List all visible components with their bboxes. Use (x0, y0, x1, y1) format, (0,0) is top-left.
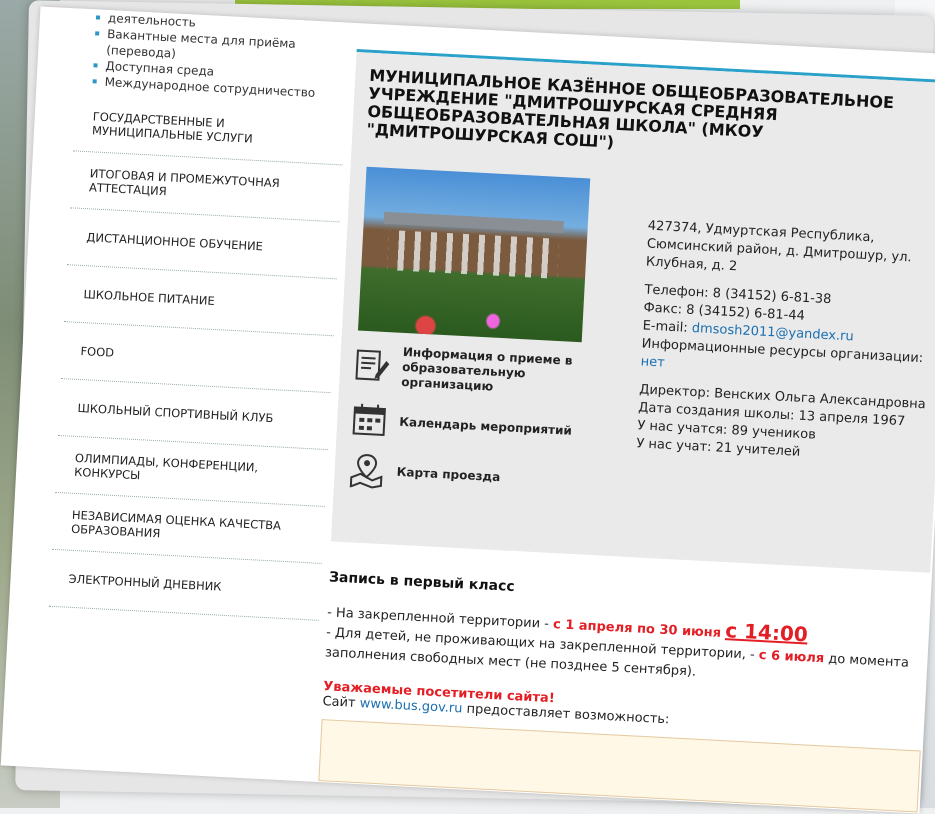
link-label: Календарь мероприятий (399, 414, 572, 438)
photo-roof (384, 212, 564, 233)
school-info-box: МУНИЦИПАЛЬНОЕ КАЗЁННОЕ ОБЩЕОБРАЗОВАТЕЛЬН… (331, 52, 935, 573)
calendar-icon (350, 401, 388, 439)
link-events-calendar[interactable]: Календарь мероприятий (350, 401, 592, 450)
sidebar: деятельность Вакантные места для приёма … (41, 9, 350, 782)
enrollment-section: Запись в первый класс - На закрепленной … (318, 541, 930, 812)
line1-time: с 14:00 (725, 618, 809, 646)
link-admission-info[interactable]: Информация о приеме в образовательную ор… (353, 342, 595, 399)
resources-link[interactable]: нет (640, 354, 665, 370)
sidebar-submenu: деятельность Вакантные места для приёма … (76, 9, 350, 103)
photo-windows (387, 230, 559, 279)
main-content: МУНИЦИПАЛЬНОЕ КАЗЁННОЕ ОБЩЕОБРАЗОВАТЕЛЬН… (318, 45, 935, 813)
map-pin-icon (348, 451, 386, 489)
link-directions-map[interactable]: Карта проезда (348, 451, 590, 500)
school-contacts: 427374, Удмуртская Республика, Сюмсински… (636, 218, 935, 469)
school-title: МУНИЦИПАЛЬНОЕ КАЗЁННОЕ ОБЩЕОБРАЗОВАТЕЛЬН… (366, 67, 935, 169)
email-label: E-mail: (642, 318, 688, 335)
site-prefix: Сайт (322, 694, 356, 711)
line2-date: с 6 июля (758, 648, 824, 666)
website-screenshot: деятельность Вакантные места для приёма … (1, 6, 935, 813)
document-edit-icon (353, 347, 391, 385)
school-links: Информация о приеме в образовательную ор… (347, 342, 595, 513)
school-photo (358, 167, 590, 342)
link-label: Информация о приеме в образовательную ор… (401, 345, 595, 400)
address-text: 427374, Удмуртская Республика, Сюмсински… (645, 218, 935, 287)
link-label: Карта проезда (396, 464, 500, 484)
